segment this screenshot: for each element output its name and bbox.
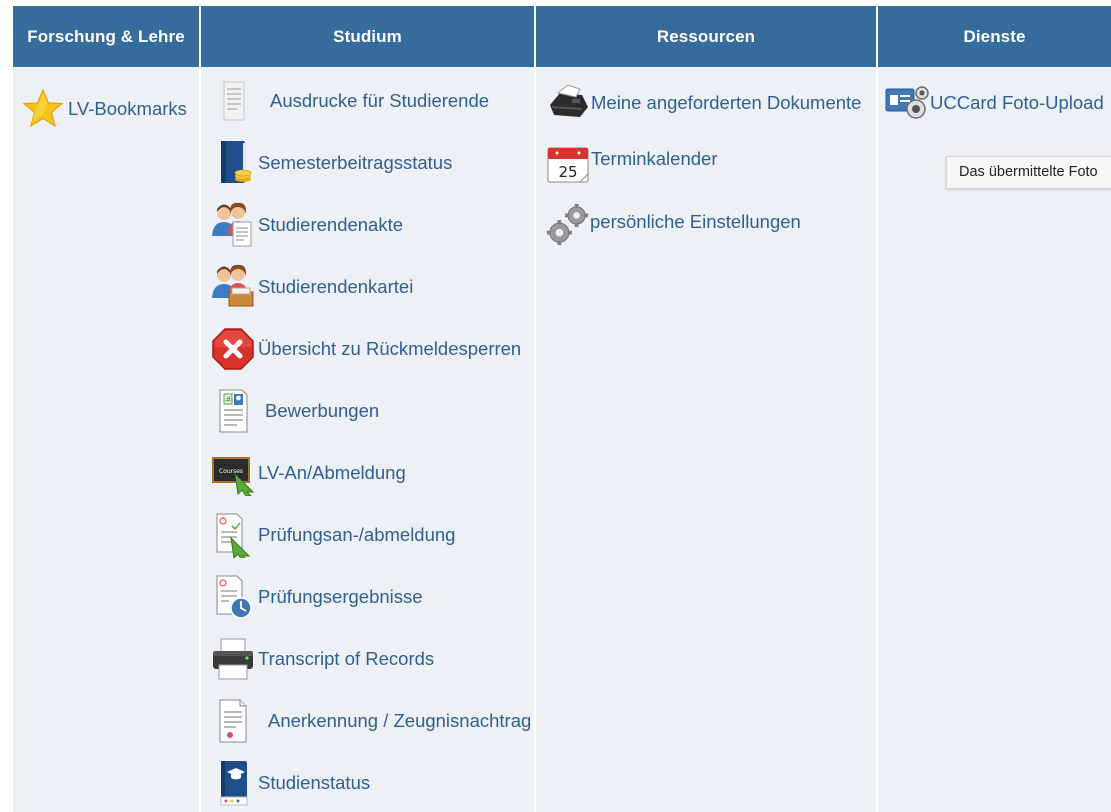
- menu-item-label: Studienstatus: [258, 772, 371, 793]
- column-forschung-lehre: LV-Bookmarks: [13, 67, 199, 812]
- menu-item-transcript-of-records[interactable]: Transcript of Records: [211, 635, 434, 683]
- star-icon: [21, 85, 65, 133]
- menu-item-pruefungsanmeldung[interactable]: Prüfungsan-/abmeldung: [211, 511, 455, 559]
- menu-item-label: Anerkennung / Zeugnisnachtrag: [268, 710, 532, 731]
- menu-item-ausdrucke[interactable]: Ausdrucke für Studierende: [211, 77, 489, 125]
- course-board-cursor-icon: Courses: [211, 449, 255, 497]
- exam-results-clock-icon: [211, 573, 255, 621]
- column-studium: Ausdrucke für Studierende Semesterbeitra…: [201, 67, 534, 812]
- menu-item-pruefungsergebnisse[interactable]: Prüfungsergebnisse: [211, 573, 423, 621]
- menu-item-label: Prüfungsan-/abmeldung: [258, 524, 456, 545]
- menu-item-label: Meine angeforderten Dokumente: [591, 92, 862, 113]
- menu-item-label: Transcript of Records: [258, 648, 435, 669]
- printer-icon: [211, 635, 255, 683]
- column-ressourcen: Meine angeforderten Dokumente 25 Termink…: [536, 67, 876, 812]
- menu-item-label: Übersicht zu Rückmeldesperren: [258, 338, 522, 359]
- svg-text:25: 25: [558, 163, 577, 181]
- menu-item-label: Terminkalender: [591, 148, 718, 169]
- exam-register-cursor-icon: [211, 511, 255, 559]
- menu-item-bewerbungen[interactable]: # Bewerbungen: [211, 387, 379, 435]
- menu-item-studierendenkartei[interactable]: Studierendenkartei: [211, 263, 413, 311]
- menu-item-label: persönliche Einstellungen: [590, 211, 801, 232]
- menu-item-lv-bookmarks[interactable]: LV-Bookmarks: [21, 85, 187, 133]
- menu-item-lv-an-abmeldung[interactable]: Courses LV-An/Abmeldung: [211, 449, 406, 497]
- menu-item-anerkennung[interactable]: Anerkennung / Zeugnisnachtrag: [211, 697, 531, 745]
- menu-item-terminkalender[interactable]: 25 Terminkalender: [546, 139, 717, 187]
- calendar-icon: 25: [546, 139, 590, 187]
- column-divider: [876, 6, 878, 812]
- menu-item-semesterbeitragsstatus[interactable]: Semesterbeitragsstatus: [211, 139, 452, 187]
- header-forschung-lehre: Forschung & Lehre: [13, 6, 199, 67]
- graduation-book-icon: [211, 759, 255, 807]
- svg-text:Courses: Courses: [219, 468, 243, 475]
- fax-printer-icon: [546, 79, 590, 127]
- menu-item-label: UCCard Foto-Upload: [930, 92, 1104, 113]
- menu-item-label: Studierendenkartei: [258, 276, 414, 297]
- document-icon: [211, 77, 255, 125]
- column-divider: [534, 6, 536, 812]
- svg-text:#: #: [225, 395, 232, 404]
- menu-item-label: LV-An/Abmeldung: [258, 462, 406, 483]
- students-file-icon: [211, 201, 255, 249]
- header-studium: Studium: [201, 6, 534, 67]
- card-camera-icon: [884, 79, 930, 127]
- menu-item-persoenliche-einstellungen[interactable]: persönliche Einstellungen: [546, 201, 801, 249]
- menu-item-label: Bewerbungen: [265, 400, 380, 421]
- book-coins-icon: [211, 139, 255, 187]
- gears-icon: [546, 201, 590, 249]
- menu-item-label: LV-Bookmarks: [68, 98, 187, 119]
- menu-item-rueckmeldesperren[interactable]: Übersicht zu Rückmeldesperren: [211, 325, 521, 373]
- menu-item-label: Semesterbeitragsstatus: [258, 152, 453, 173]
- tooltip: Das übermittelte Foto: [946, 156, 1111, 189]
- menu-item-label: Ausdrucke für Studierende: [270, 90, 490, 111]
- menu-item-studienstatus[interactable]: Studienstatus: [211, 759, 370, 807]
- certificate-icon: [211, 697, 255, 745]
- students-cardbox-icon: [211, 263, 255, 311]
- header-dienste: Dienste: [878, 6, 1111, 67]
- header-ressourcen: Ressourcen: [536, 6, 876, 67]
- menu-item-label: Prüfungsergebnisse: [258, 586, 423, 607]
- menu-item-studierendenakte[interactable]: Studierendenakte: [211, 201, 403, 249]
- column-divider: [199, 6, 201, 812]
- application-form-icon: #: [211, 387, 255, 435]
- portal-menu: Forschung & Lehre Studium Ressourcen Die…: [13, 6, 1111, 812]
- menu-item-uccard-foto-upload[interactable]: UCCard Foto-Upload: [884, 79, 1104, 127]
- stop-icon: [211, 325, 255, 373]
- menu-item-meine-dokumente[interactable]: Meine angeforderten Dokumente: [546, 79, 861, 127]
- menu-item-label: Studierendenakte: [258, 214, 404, 235]
